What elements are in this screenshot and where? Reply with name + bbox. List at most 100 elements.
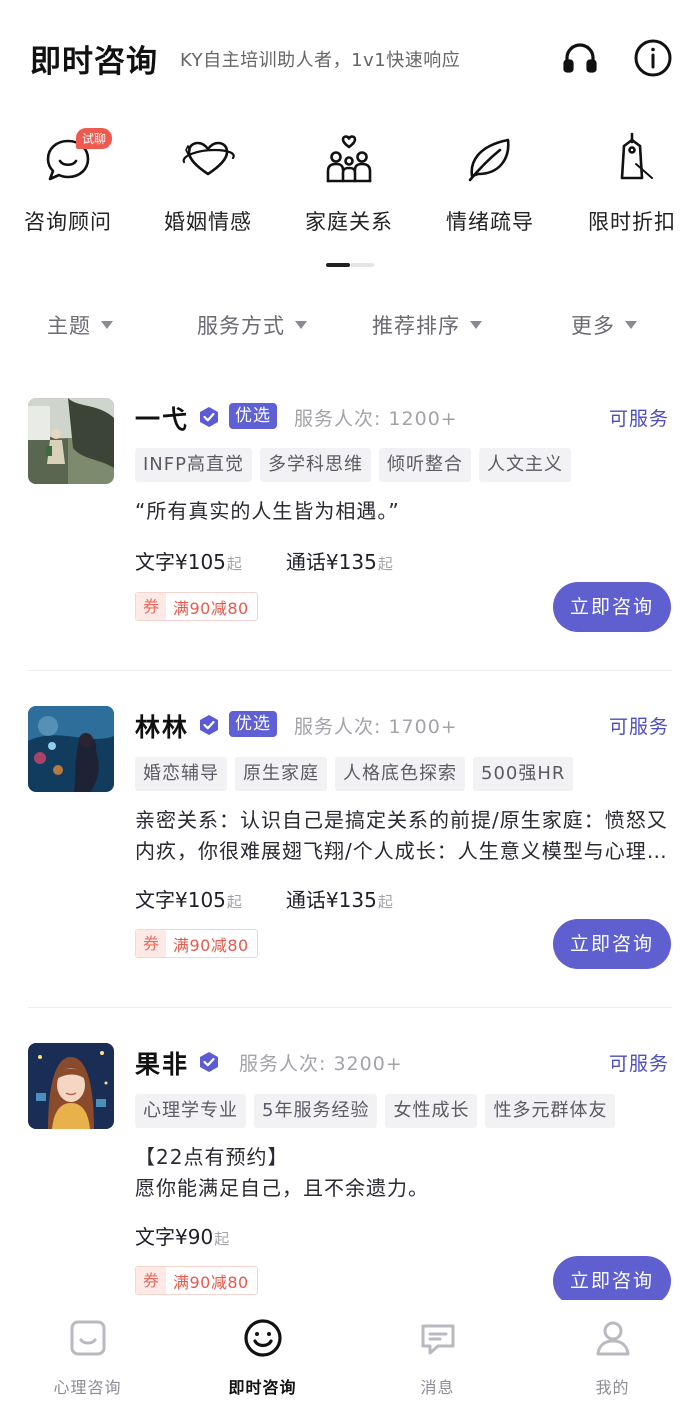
coupon-tag: 券满90减80 — [135, 1266, 258, 1295]
category-label: 限时折扣 — [588, 210, 676, 234]
category-marriage[interactable]: 婚姻情感 — [138, 128, 278, 236]
person-icon — [593, 1318, 633, 1358]
counselor-name: 一弋 — [135, 405, 190, 434]
filter-bar: 主题 服务方式 推荐排序 更多 — [0, 310, 700, 350]
counselor-description: 亲密关系：认识自己是搞定关系的前提/原生家庭：愤怒又内疚，你很难展翅飞翔/个人成… — [135, 808, 668, 863]
served-count: 服务人次: 1200+ — [294, 408, 458, 430]
divider — [28, 670, 672, 671]
counselor-description: “所有真实的人生皆为相遇。” — [135, 499, 400, 523]
filter-label: 主题 — [47, 314, 91, 338]
heart-ring-icon — [178, 128, 238, 188]
filter-sort[interactable]: 推荐排序 — [372, 310, 482, 340]
nav-label: 我的 — [595, 1378, 630, 1397]
filter-more[interactable]: 更多 — [571, 310, 637, 340]
dropdown-arrow-icon — [470, 321, 482, 329]
preferred-badge: 优选 — [229, 403, 277, 429]
price-text: 文字¥105起 — [135, 888, 242, 912]
availability-status: 可服务 — [608, 408, 669, 430]
message-icon — [418, 1318, 458, 1358]
coupon-tag: 券满90减80 — [135, 592, 258, 621]
tag: 5年服务经验 — [254, 1094, 378, 1128]
tag: 倾听整合 — [378, 448, 471, 482]
category-label: 家庭关系 — [305, 210, 393, 234]
tag: 500强HR — [473, 757, 574, 791]
chat-bubble-icon: 试聊 — [38, 128, 113, 188]
price-row: 文字¥105起 通话¥135起 — [135, 546, 437, 575]
nav-label: 心理咨询 — [53, 1378, 122, 1397]
price-tag-icon — [602, 128, 662, 188]
counselor-name: 林林 — [135, 713, 190, 742]
tag: 人格底色探索 — [335, 757, 465, 791]
coupon-mark: 券 — [136, 1267, 166, 1294]
info-icon[interactable] — [633, 38, 673, 78]
category-label: 婚姻情感 — [164, 210, 252, 234]
tag-list: INFP高直觉 多学科思维 倾听整合 人文主义 — [135, 448, 579, 482]
filter-label: 推荐排序 — [372, 314, 460, 338]
price-text: 文字¥90起 — [135, 1225, 230, 1249]
dropdown-arrow-icon — [625, 321, 637, 329]
coupon-text: 满90减80 — [173, 935, 249, 955]
description-line: 【22点有预约】 — [135, 1145, 289, 1169]
category-consultant[interactable]: 试聊 咨询顾问 — [0, 128, 138, 236]
avatar — [28, 706, 114, 792]
leaf-icon — [460, 128, 520, 188]
category-family[interactable]: 家庭关系 — [279, 128, 419, 236]
consult-now-button[interactable]: 立即咨询 — [553, 582, 671, 632]
filter-topic[interactable]: 主题 — [47, 310, 113, 340]
price-call: 通话¥135起 — [285, 888, 393, 912]
verified-badge-icon — [198, 1051, 220, 1073]
tag-list: 婚恋辅导 原生家庭 人格底色探索 500强HR — [135, 757, 581, 791]
nav-label: 即时咨询 — [228, 1378, 297, 1397]
category-emotion[interactable]: 情绪疏导 — [420, 128, 560, 236]
price-text: 文字¥105起 — [135, 550, 242, 574]
verified-badge-icon — [198, 406, 220, 428]
headset-icon[interactable] — [560, 38, 600, 78]
filter-service-mode[interactable]: 服务方式 — [197, 310, 307, 340]
served-count: 服务人次: 1700+ — [294, 716, 458, 738]
coupon-mark: 券 — [136, 930, 166, 957]
category-discount[interactable]: 限时折扣 — [562, 128, 700, 236]
nav-psych-consult[interactable]: 心理咨询 — [0, 1318, 175, 1398]
availability-status: 可服务 — [608, 1053, 669, 1075]
tag: 女性成长 — [385, 1094, 478, 1128]
tag: 原生家庭 — [235, 757, 327, 791]
avatar — [28, 1043, 114, 1129]
header: 即时咨询 KY自主培训助人者，1v1快速响应 — [0, 0, 700, 110]
square-smile-icon — [68, 1318, 108, 1358]
category-label: 情绪疏导 — [446, 210, 534, 234]
filter-label: 更多 — [571, 314, 615, 338]
category-row: 试聊 咨询顾问 婚姻情感 家庭关系 情绪疏导 限时折扣 — [0, 128, 700, 248]
avatar — [28, 398, 114, 484]
coupon-tag: 券满90减80 — [135, 929, 258, 958]
price-call: 通话¥135起 — [285, 550, 393, 574]
page-title: 即时咨询 — [30, 44, 158, 80]
coupon-text: 满90减80 — [173, 1272, 249, 1292]
family-icon — [319, 128, 379, 188]
nav-me[interactable]: 我的 — [525, 1318, 700, 1398]
nav-messages[interactable]: 消息 — [350, 1318, 525, 1398]
coupon-text: 满90减80 — [173, 598, 249, 618]
tag: 多学科思维 — [259, 448, 371, 482]
dropdown-arrow-icon — [295, 321, 307, 329]
filter-label: 服务方式 — [197, 314, 285, 338]
tag: 人文主义 — [478, 448, 571, 482]
tag-list: 心理学专业 5年服务经验 女性成长 性多元群体友 — [135, 1094, 623, 1128]
counselor-description: 【22点有预约】 愿你能满足自己，且不余遗力。 — [135, 1142, 675, 1204]
divider — [28, 1007, 672, 1008]
consult-now-button[interactable]: 立即咨询 — [553, 919, 671, 969]
consult-now-button[interactable]: 立即咨询 — [553, 1256, 671, 1306]
bottom-nav: 心理咨询 即时咨询 消息 我的 — [0, 1300, 700, 1414]
tag: 心理学专业 — [135, 1094, 246, 1128]
dropdown-arrow-icon — [101, 321, 113, 329]
tag: 性多元群体友 — [485, 1094, 616, 1128]
price-row: 文字¥90起 — [135, 1221, 273, 1250]
description-line: 愿你能满足自己，且不余遗力。 — [135, 1176, 429, 1200]
category-label: 咨询顾问 — [24, 210, 112, 234]
category-scroll-indicator — [326, 263, 374, 267]
tag: 婚恋辅导 — [135, 757, 227, 791]
counselor-name: 果非 — [135, 1050, 190, 1079]
coupon-mark: 券 — [136, 593, 166, 620]
page-subtitle: KY自主培训助人者，1v1快速响应 — [180, 50, 461, 71]
nav-instant-consult[interactable]: 即时咨询 — [175, 1318, 350, 1398]
served-count: 服务人次: 3200+ — [239, 1053, 403, 1075]
